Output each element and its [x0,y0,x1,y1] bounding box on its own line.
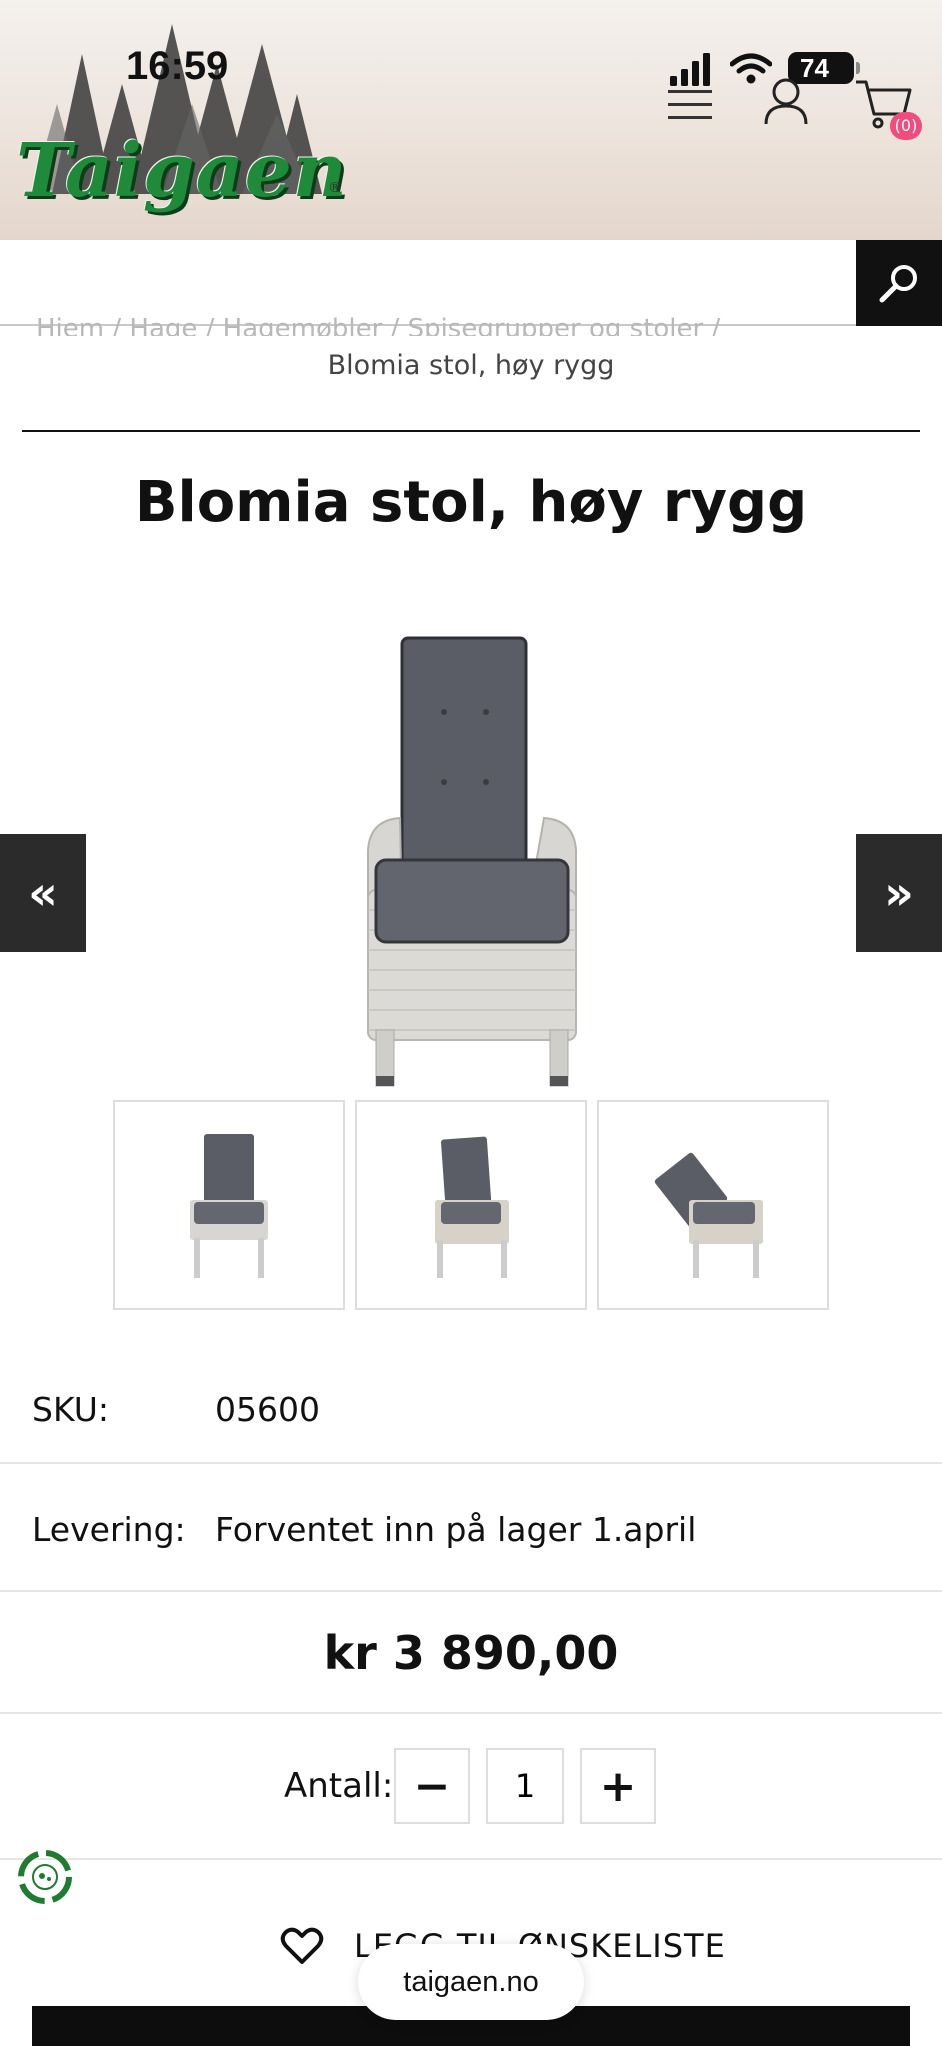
quantity-increase-button[interactable]: + [580,1748,656,1824]
thumbnail-chair-reclined-image [654,1152,763,1278]
sku-label: SKU: [32,1390,109,1429]
logo-registered-mark: ® [328,180,342,196]
signal-icon [670,53,710,86]
delivery-value: Forventet inn på lager 1.april [215,1510,697,1549]
gallery-prev-button[interactable]: « [0,834,86,952]
quantity-input[interactable] [486,1748,564,1824]
heart-icon [280,1927,324,1964]
product-main-image[interactable] [340,620,604,1090]
breadcrumb-current: Blomia stol, høy rygg [327,350,615,381]
breadcrumb-trail[interactable]: Hjem / Hage / Hagemøbler / Spisegrupper … [36,314,906,336]
user-account-icon[interactable] [762,76,810,126]
thumbnail-chair-angle-image [435,1136,509,1278]
logo-wordmark[interactable]: Taigaen [16,128,348,214]
search-icon [879,265,917,303]
cart-count-badge[interactable]: (0) [890,112,922,140]
delivery-row: Levering: Forventet inn på lager 1.april [0,1464,942,1592]
sku-value: 05600 [215,1390,320,1429]
product-title: Blomia stol, høy rygg [134,470,808,535]
delivery-label: Levering: [32,1510,186,1549]
gallery-next-button[interactable]: » [856,834,942,952]
status-time: 16:59 [126,44,229,88]
recycle-icon[interactable] [14,1846,76,1908]
gallery-thumbnail-1[interactable] [113,1100,345,1310]
search-input[interactable] [0,240,856,324]
quantity-row [0,1714,942,1860]
quantity-label: Antall: [284,1766,394,1806]
gallery-thumbnail-2[interactable] [355,1100,587,1310]
product-price: kr 3 890,00 [323,1626,619,1680]
quantity-decrease-button[interactable]: − [394,1748,470,1824]
hamburger-menu-icon[interactable] [666,86,714,122]
thumbnail-chair-front-image [190,1134,268,1278]
gallery-thumbnail-3[interactable] [597,1100,829,1310]
sku-row: SKU: 05600 [0,1348,942,1464]
browser-url-bar[interactable]: taigaen.no [358,1944,584,2020]
divider [22,430,920,432]
site-header: Taigaen ® 16:59 74 (0) [0,0,942,240]
